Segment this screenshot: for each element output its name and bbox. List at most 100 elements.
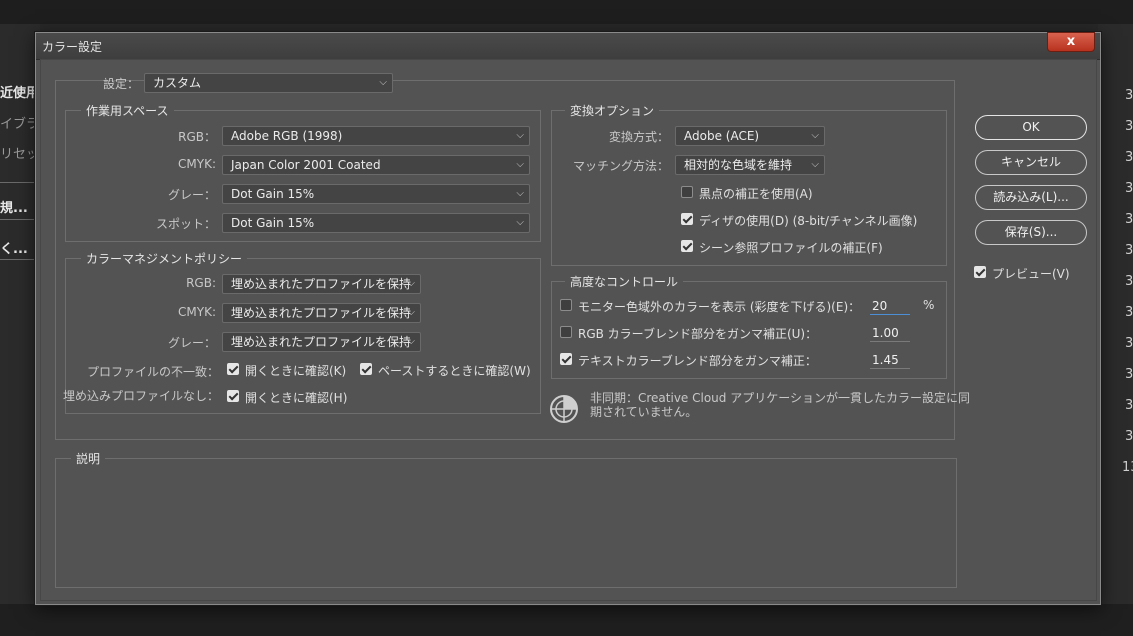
right-panel-value: 3 (1125, 88, 1133, 103)
load-button[interactable]: 読み込み(L)... (975, 185, 1087, 210)
chevron-down-icon: ⌵ (811, 130, 819, 141)
right-panel-value: 3 (1125, 429, 1133, 444)
black-point-checkbox[interactable] (681, 186, 693, 198)
ws-gray-value: Dot Gain 15% (231, 187, 315, 201)
mismatch-paste-label: ペーストするときに確認(W) (378, 364, 531, 378)
ws-spot-value: Dot Gain 15% (231, 216, 315, 230)
app-top-bar (0, 0, 1133, 24)
text-blend-checkbox[interactable] (560, 353, 572, 365)
app-right-panel (1098, 24, 1133, 636)
right-panel-value: 3 (1125, 336, 1133, 351)
chevron-down-icon: ⌵ (407, 336, 415, 347)
desaturate-checkbox[interactable] (560, 299, 572, 311)
engine-label: 変換方式： (608, 130, 669, 144)
policy-cmyk-value: 埋め込まれたプロファイルを保持 (231, 306, 412, 320)
ws-rgb-select[interactable]: Adobe RGB (1998) ⌵ (222, 126, 530, 146)
ws-rgb-label: RGB： (178, 130, 216, 144)
right-panel-value: 3 (1125, 305, 1133, 320)
close-icon: x (1066, 34, 1076, 49)
missing-open-label: 開くときに確認(H) (245, 391, 348, 405)
text-blend-label: テキストカラーブレンド部分をガンマ補正： (578, 354, 817, 368)
desaturate-input[interactable]: 20 (870, 297, 910, 315)
dither-label: ディザの使用(D) (8-bit/チャンネル画像) (699, 214, 918, 228)
chevron-down-icon: ⌵ (407, 278, 415, 289)
preview-label: プレビュー(V) (992, 267, 1070, 281)
chevron-down-icon: ⌵ (811, 159, 819, 170)
color-settings-dialog: カラー設定 x 設定： カスタム ⌵ 作業用スペース RGB： Adobe RG… (35, 32, 1101, 605)
ws-spot-select[interactable]: Dot Gain 15% ⌵ (222, 213, 530, 233)
scene-referred-label: シーン参照プロファイルの補正(F) (699, 241, 883, 255)
sync-status-line2: 期されていません。 (590, 405, 698, 419)
ws-cmyk-select[interactable]: Japan Color 2001 Coated ⌵ (222, 155, 530, 175)
description-legend: 説明 (71, 450, 106, 467)
policy-rgb-value: 埋め込まれたプロファイルを保持 (231, 277, 412, 291)
desaturate-unit: % (923, 298, 935, 312)
ws-spot-label: スポット： (155, 217, 216, 231)
rgb-blend-input[interactable]: 1.00 (870, 324, 910, 342)
right-panel-value: 3 (1125, 398, 1133, 413)
preview-checkbox[interactable] (974, 266, 986, 278)
policy-gray-select[interactable]: 埋め込まれたプロファイルを保持 ⌵ (222, 332, 421, 352)
chevron-down-icon: ⌵ (407, 307, 415, 318)
sync-status-icon (550, 395, 578, 423)
chevron-down-icon: ⌵ (516, 130, 524, 141)
settings-select[interactable]: カスタム ⌵ (144, 73, 393, 93)
ws-rgb-value: Adobe RGB (1998) (231, 129, 343, 143)
dialog-content: 設定： カスタム ⌵ 作業用スペース RGB： Adobe RGB (1998)… (40, 59, 1097, 601)
right-panel-value: 3 (1125, 212, 1133, 227)
intent-value: 相対的な色域を維持 (684, 158, 793, 172)
settings-label: 設定： (102, 77, 139, 91)
right-panel-value: 3 (1125, 119, 1133, 134)
ok-button[interactable]: OK (975, 115, 1087, 140)
mismatch-open-label: 開くときに確認(K) (245, 364, 347, 378)
policy-gray-label: グレー： (167, 336, 216, 350)
app-left-panel: 近使用 イブラリ リセット 規... く... (0, 24, 52, 636)
left-panel-item[interactable]: く... (0, 238, 28, 257)
right-panel-value: 3 (1125, 150, 1133, 165)
black-point-label: 黒点の補正を使用(A) (699, 187, 813, 201)
mismatch-label: プロファイルの不一致： (86, 365, 219, 379)
right-panel-value: 13 (1122, 460, 1133, 475)
mismatch-open-checkbox[interactable] (227, 363, 239, 375)
dialog-title-bar[interactable]: カラー設定 (36, 33, 1100, 60)
policy-rgb-label: RGB: (186, 276, 216, 290)
intent-select[interactable]: 相対的な色域を維持 ⌵ (675, 155, 825, 175)
ws-gray-select[interactable]: Dot Gain 15% ⌵ (222, 184, 530, 204)
chevron-down-icon: ⌵ (516, 217, 524, 228)
left-panel-item[interactable]: 近使用 (0, 82, 39, 101)
ws-gray-label: グレー： (167, 188, 216, 202)
dither-checkbox[interactable] (681, 213, 693, 225)
mismatch-paste-checkbox[interactable] (360, 363, 372, 375)
scene-referred-checkbox[interactable] (681, 240, 693, 252)
divider (0, 259, 34, 260)
right-panel-value: 3 (1125, 274, 1133, 289)
chevron-down-icon: ⌵ (516, 159, 524, 170)
text-blend-input[interactable]: 1.45 (870, 351, 910, 369)
engine-select[interactable]: Adobe (ACE) ⌵ (675, 126, 825, 146)
right-panel-value: 3 (1125, 181, 1133, 196)
policy-cmyk-label: CMYK: (178, 305, 216, 319)
rgb-blend-checkbox[interactable] (560, 326, 572, 338)
cancel-button[interactable]: キャンセル (975, 150, 1087, 175)
policies-legend: カラーマネジメントポリシー (81, 250, 248, 267)
left-panel-item[interactable]: 規... (0, 197, 28, 216)
conversion-legend: 変換オプション (565, 102, 660, 119)
dialog-title: カラー設定 (42, 40, 103, 54)
ws-cmyk-label: CMYK: (178, 157, 216, 171)
description-group (55, 458, 957, 588)
intent-label: マッチング方法： (572, 159, 669, 173)
save-button[interactable]: 保存(S)... (975, 220, 1087, 245)
policy-cmyk-select[interactable]: 埋め込まれたプロファイルを保持 ⌵ (222, 303, 421, 323)
app-bottom-bar (0, 604, 1133, 636)
right-panel-value: 3 (1125, 367, 1133, 382)
right-panel-value: 3 (1125, 243, 1133, 258)
rgb-blend-label: RGB カラーブレンド部分をガンマ補正(U)： (578, 327, 818, 341)
advanced-legend: 高度なコントロール (565, 273, 684, 290)
policy-rgb-select[interactable]: 埋め込まれたプロファイルを保持 ⌵ (222, 274, 421, 294)
missing-open-checkbox[interactable] (227, 390, 239, 402)
policy-gray-value: 埋め込まれたプロファイルを保持 (231, 335, 412, 349)
ws-cmyk-value: Japan Color 2001 Coated (231, 158, 381, 172)
divider (0, 219, 34, 220)
settings-value: カスタム (153, 76, 202, 90)
close-button[interactable]: x (1047, 32, 1095, 52)
